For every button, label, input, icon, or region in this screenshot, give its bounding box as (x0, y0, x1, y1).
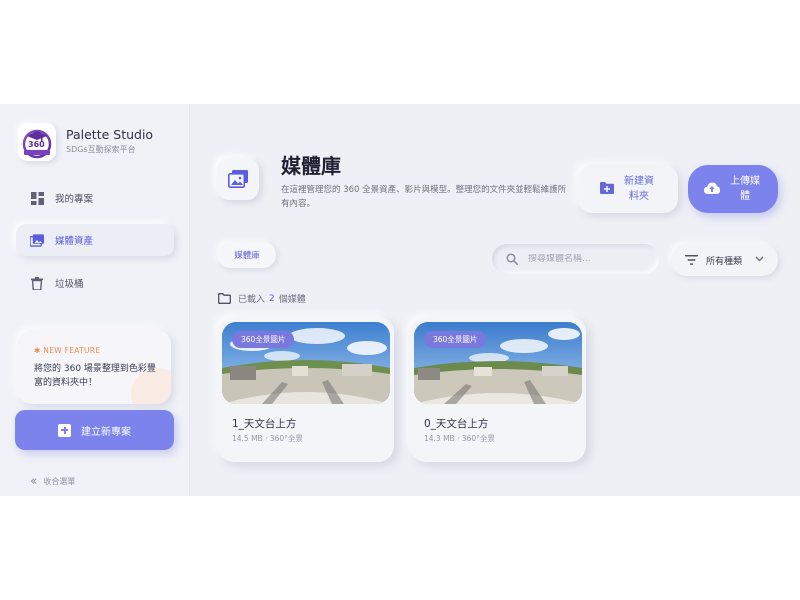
sidebar-item-trash[interactable]: 垃圾桶 (16, 267, 174, 299)
trash-icon (30, 276, 44, 290)
sidebar-item-label: 我的專案 (55, 194, 94, 205)
sidebar-item-label: 媒體資產 (55, 236, 94, 247)
image-icon (30, 233, 44, 247)
double-chevron-left-icon: ‹‹ (30, 474, 38, 489)
search-input[interactable] (528, 254, 648, 264)
breadcrumb[interactable]: 媒體庫 (218, 242, 276, 268)
brand-name: Palette Studio (66, 127, 154, 142)
new-project-button[interactable]: 建立新專案 (15, 410, 174, 450)
new-folder-label: 新建資料夾 (624, 176, 654, 202)
sidebar: 360 Palette Studio SDGs互動探索平台 我的專案 媒體資產 … (0, 104, 190, 496)
app-window: 360 Palette Studio SDGs互動探索平台 我的專案 媒體資產 … (0, 104, 800, 496)
media-card[interactable]: 360全景圖片 0_天文台上方 14.3 MB · 360°全景 (410, 317, 586, 462)
media-count-summary: 已載入 2 個媒體 (218, 292, 306, 305)
sidebar-item-projects[interactable]: 我的專案 (16, 182, 174, 214)
feature-tag: ✱ NEW FEATURE (34, 346, 100, 355)
media-count: 2 (269, 293, 275, 304)
sidebar-item-label: 垃圾桶 (55, 279, 84, 290)
new-project-label: 建立新專案 (81, 426, 131, 438)
media-library-icon (217, 158, 259, 200)
sparkle-icon: ✱ (34, 346, 44, 355)
media-name: 1_天文台上方 (232, 418, 297, 430)
collapse-menu-button[interactable]: ‹‹ 收合選單 (30, 474, 75, 489)
search-box (492, 244, 659, 274)
feature-tag-label: NEW FEATURE (43, 346, 101, 355)
folder-icon (218, 293, 231, 304)
upload-media-label: 上傳媒體 (730, 176, 760, 202)
media-type-badge: 360全景圖片 (232, 331, 295, 348)
filter-icon (685, 255, 698, 265)
type-filter-dropdown[interactable]: 所有種類 (671, 244, 778, 276)
folder-plus-icon (600, 181, 614, 197)
new-feature-card: ✱ NEW FEATURE 將您的 360 場景整理到色彩豐富的資料夾中！ (18, 330, 171, 404)
media-meta: 14.5 MB · 360°全景 (232, 434, 303, 443)
collapse-label: 收合選單 (43, 477, 76, 486)
media-meta: 14.3 MB · 360°全景 (424, 434, 495, 443)
media-type-badge: 360全景圖片 (424, 331, 487, 348)
search-icon (506, 250, 519, 269)
count-prefix: 已載入 (238, 295, 266, 305)
logo-text: 360 (28, 140, 45, 149)
page-description: 在這裡管理您的 360 全景資產、影片與模型。整理您的文件夾並輕鬆維護所有內容。 (281, 185, 567, 209)
sidebar-item-media-assets[interactable]: 媒體資產 (16, 224, 174, 256)
chevron-down-icon (755, 255, 764, 265)
upload-media-button[interactable]: 上傳媒體 (688, 165, 778, 213)
plus-icon (58, 423, 71, 437)
brand-subtitle: SDGs互動探索平台 (66, 145, 136, 154)
media-card[interactable]: 360全景圖片 1_天文台上方 14.5 MB · 360°全景 (218, 317, 394, 462)
media-thumbnail: 360全景圖片 (414, 322, 582, 404)
filter-label: 所有種類 (706, 256, 743, 267)
grid-icon (30, 191, 44, 205)
media-thumbnail: 360全景圖片 (222, 322, 390, 404)
new-folder-button[interactable]: 新建資料夾 (578, 165, 678, 213)
feature-text: 將您的 360 場景整理到色彩豐富的資料夾中！ (34, 364, 156, 388)
app-logo: 360 (18, 123, 56, 161)
cloud-upload-icon (704, 182, 720, 197)
count-suffix: 個媒體 (278, 295, 306, 305)
media-name: 0_天文台上方 (424, 418, 489, 430)
page-title: 媒體庫 (281, 154, 341, 178)
